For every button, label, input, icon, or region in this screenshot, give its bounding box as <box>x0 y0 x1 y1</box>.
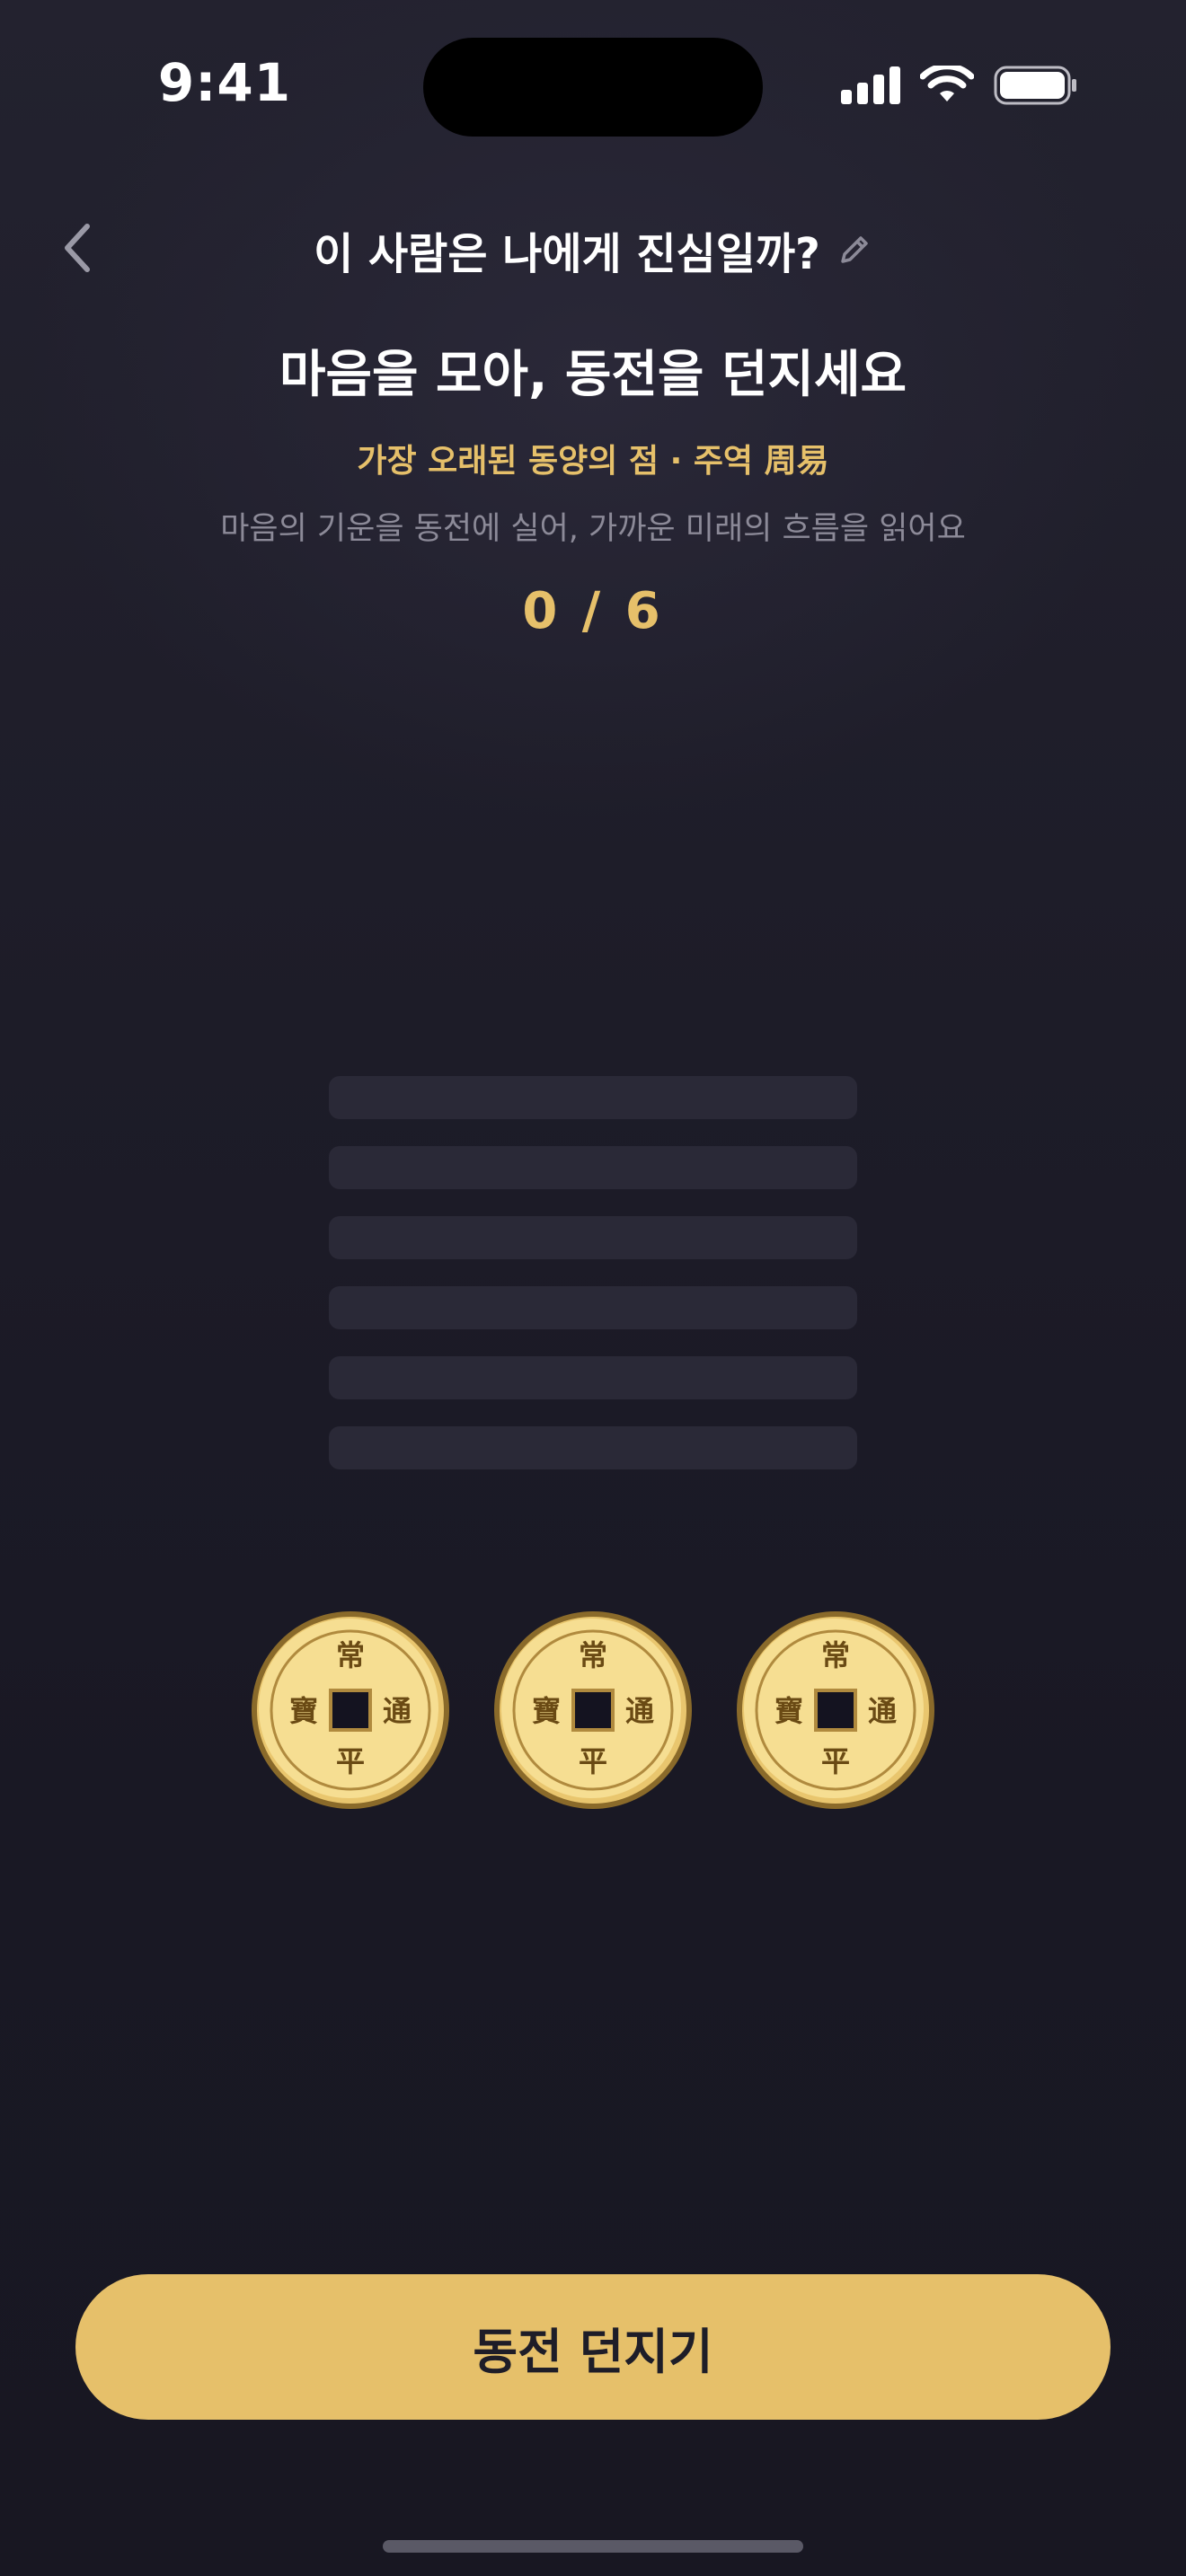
coin-char-top: 常 <box>336 1638 365 1672</box>
battery-icon <box>994 66 1076 105</box>
hexagram-line <box>329 1076 857 1119</box>
back-button[interactable] <box>50 212 104 284</box>
wifi-icon <box>920 66 974 101</box>
edit-title-button[interactable] <box>836 232 872 268</box>
coin[interactable]: 常 通 平 寶 <box>250 1610 451 1811</box>
coin-icon: 常 通 平 寶 <box>252 1611 449 1809</box>
progress-counter: 0 / 6 <box>522 582 664 640</box>
toss-coins-button[interactable]: 동전 던지기 <box>75 2274 1111 2420</box>
hexagram-line <box>329 1426 857 1469</box>
page-title: 이 사람은 나에게 진심일까? <box>314 229 820 279</box>
chevron-left-icon <box>65 224 90 272</box>
coin-icon: 常 通 平 寶 <box>737 1611 934 1809</box>
cellular-signal-icon <box>841 66 900 104</box>
coin-char-right: 通 <box>383 1694 412 1728</box>
coins-row: 常 通 平 寶 常 通 平 寶 常 通 平 寶 <box>0 1610 1186 1818</box>
coin-char-right: 通 <box>868 1694 897 1728</box>
coin-icon: 常 通 平 寶 <box>494 1611 692 1809</box>
main-heading: 마음을 모아, 동전을 던지세요 <box>279 346 907 404</box>
coin-char-left: 寶 <box>289 1694 318 1728</box>
header-title-row: 이 사람은 나에게 진심일까? <box>144 216 1042 284</box>
coin-char-top: 常 <box>579 1638 607 1672</box>
hexagram-lines <box>329 1076 857 1496</box>
hexagram-line <box>329 1216 857 1259</box>
hexagram-line <box>329 1146 857 1189</box>
status-time: 9:41 <box>157 52 292 113</box>
description: 마음의 기운을 동전에 실어, 가까운 미래의 흐름을 읽어요 <box>220 511 966 547</box>
coin-char-left: 寶 <box>774 1694 803 1728</box>
home-indicator[interactable] <box>383 2540 803 2553</box>
pencil-icon <box>841 236 868 263</box>
status-icons <box>841 63 1078 108</box>
coin-char-bottom: 平 <box>579 1744 607 1778</box>
dynamic-island <box>423 38 763 137</box>
coin-char-top: 常 <box>821 1638 850 1672</box>
coin[interactable]: 常 通 平 寶 <box>735 1610 936 1811</box>
hexagram-line <box>329 1286 857 1329</box>
coin-char-bottom: 平 <box>336 1744 365 1778</box>
coin[interactable]: 常 通 平 寶 <box>492 1610 694 1811</box>
subheading: 가장 오래된 동양의 점 · 주역 周易 <box>357 443 829 480</box>
coin-char-left: 寶 <box>532 1694 561 1728</box>
coin-char-bottom: 平 <box>821 1744 850 1778</box>
coin-char-right: 通 <box>625 1694 654 1728</box>
hexagram-line <box>329 1356 857 1399</box>
coin-toss-screen: 9:41 이 사람은 나에게 진심일까? 마음을 모아, 동전을 던지세요 가장… <box>0 0 1186 2576</box>
